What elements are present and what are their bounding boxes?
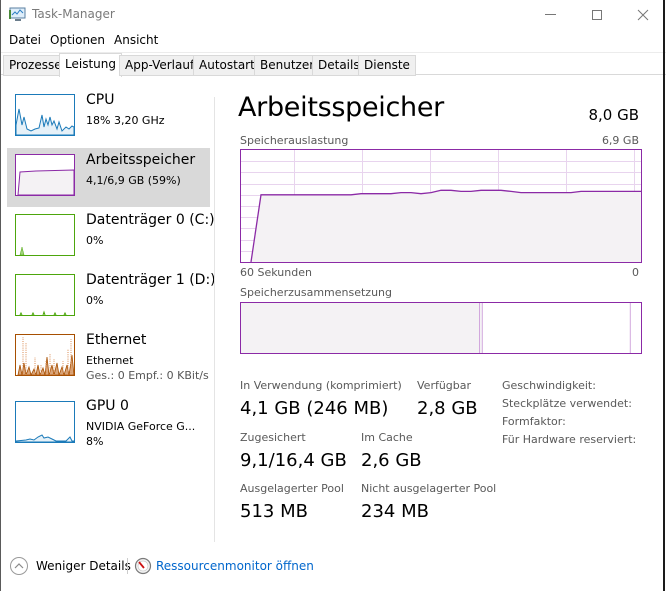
hw-form-factor-label: Formfaktor: — [502, 415, 566, 428]
minimize-button[interactable] — [528, 0, 574, 30]
stat-paged-pool-value: 513 MB — [240, 501, 308, 522]
window-edge — [663, 0, 665, 591]
stat-committed-value: 9,1/16,4 GB — [240, 450, 347, 471]
stat-nonpaged-pool-value: 234 MB — [361, 501, 429, 522]
fewer-details-button[interactable]: Weniger Details — [9, 556, 131, 576]
standby-segment — [481, 303, 630, 353]
hw-reserved-label: Für Hardware reserviert: — [502, 433, 637, 446]
stat-nonpaged-pool-label: Nicht ausgelagerter Pool — [361, 482, 497, 495]
memory-composition-chart — [241, 303, 641, 353]
minimize-icon — [545, 14, 556, 15]
memory-sparkline — [17, 169, 74, 195]
usage-graph-max: 6,9 GB — [601, 134, 639, 147]
tab-benutzer[interactable]: Benutzer — [254, 55, 321, 76]
menu-ansicht[interactable]: Ansicht — [114, 33, 158, 47]
disk1-thumbnail-graph — [15, 274, 75, 316]
disk1-sparkline — [19, 310, 67, 315]
tab-bar: Prozesse Leistung App-Verlauf Autostart … — [1, 52, 666, 77]
memory-usage-chart — [241, 150, 641, 262]
title-bar[interactable]: Task-Manager — [1, 0, 666, 30]
maximize-button[interactable] — [574, 0, 620, 30]
ethernet-thumbnail-graph — [15, 334, 75, 376]
open-resource-monitor-label: Ressourcenmonitor öffnen — [156, 559, 314, 573]
sidebar-disk1-title: Datenträger 1 (D:) — [86, 272, 216, 288]
open-resource-monitor-link[interactable]: Ressourcenmonitor öffnen — [134, 556, 314, 576]
tab-prozesse[interactable]: Prozesse — [3, 55, 68, 76]
task-manager-app-icon — [9, 7, 26, 21]
sidebar-cpu-usage: 18% 3,20 GHz — [86, 114, 165, 127]
in-use-segment — [241, 303, 479, 353]
cpu-thumbnail-graph — [15, 94, 75, 136]
hw-slots-label: Steckplätze verwendet: — [502, 397, 632, 410]
menu-datei[interactable]: Datei — [9, 33, 41, 47]
stat-cached-label: Im Cache — [361, 431, 413, 444]
tab-leistung[interactable]: Leistung — [59, 53, 122, 77]
stat-in-use-label: In Verwendung (komprimiert) — [240, 379, 402, 392]
composition-label: Speicherzusammensetzung — [240, 286, 392, 299]
memory-total: 8,0 GB — [588, 106, 639, 124]
tab-app-verlauf[interactable]: App-Verlauf — [119, 55, 201, 76]
gpu-thumbnail-graph — [15, 401, 75, 443]
memory-thumbnail-graph — [15, 154, 75, 196]
maximize-icon — [592, 10, 602, 20]
sidebar-disk1-usage: 0% — [86, 294, 104, 307]
task-manager-window: Task-Manager Datei Optionen Ansicht Proz… — [0, 0, 666, 591]
stat-in-use-value: 4,1 GB (246 MB) — [240, 398, 389, 419]
sidebar-ethernet-throughput: Ges.: 0 Empf.: 0 KBit/s — [86, 369, 209, 382]
resource-monitor-icon — [134, 557, 152, 575]
sidebar-gpu-usage: 8% — [86, 435, 104, 448]
sidebar-cpu-title: CPU — [86, 92, 115, 108]
stat-committed-label: Zugesichert — [240, 431, 306, 444]
window-title: Task-Manager — [32, 7, 115, 21]
close-button[interactable] — [620, 0, 666, 30]
usage-graph-x-right: 0 — [632, 266, 639, 279]
menu-optionen[interactable]: Optionen — [50, 33, 105, 47]
sidebar-item-gpu-0[interactable]: GPU 0 NVIDIA GeForce G... 8% — [7, 394, 210, 453]
sidebar-item-arbeitsspeicher[interactable]: Arbeitsspeicher 4,1/6,9 GB (59%) — [7, 148, 210, 207]
memory-composition-bar — [240, 302, 642, 354]
sidebar-memory-title: Arbeitsspeicher — [86, 152, 196, 168]
stat-cached-value: 2,6 GB — [361, 450, 422, 471]
sidebar-ethernet-title: Ethernet — [86, 332, 147, 348]
fewer-details-label: Weniger Details — [36, 559, 131, 573]
sidebar-gpu-title: GPU 0 — [86, 398, 129, 414]
disk0-sparkline — [19, 246, 25, 255]
sidebar-item-disk-1[interactable]: Datenträger 1 (D:) 0% — [7, 268, 216, 327]
usage-area — [251, 190, 641, 262]
usage-graph-x-left: 60 Sekunden — [240, 266, 312, 279]
stat-paged-pool-label: Ausgelagerter Pool — [240, 482, 344, 495]
memory-usage-graph — [240, 149, 642, 263]
stat-available-value: 2,8 GB — [417, 398, 478, 419]
hw-speed-label: Geschwindigkeit: — [502, 379, 596, 392]
sidebar-item-ethernet[interactable]: Ethernet Ethernet Ges.: 0 Empf.: 0 KBit/… — [7, 328, 210, 387]
sidebar-disk0-title: Datenträger 0 (C:) — [86, 212, 215, 228]
ethernet-sparkline — [17, 337, 74, 375]
tab-dienste[interactable]: Dienste — [358, 55, 416, 76]
chevron-up-circle-icon — [10, 557, 28, 575]
gpu-sparkline — [16, 434, 74, 442]
stat-available-label: Verfügbar — [417, 379, 472, 392]
sidebar-ethernet-adapter: Ethernet — [86, 354, 134, 367]
sidebar-item-disk-0[interactable]: Datenträger 0 (C:) 0% — [7, 208, 215, 267]
disk0-thumbnail-graph — [15, 214, 75, 256]
close-icon — [637, 9, 649, 21]
sidebar-memory-usage: 4,1/6,9 GB (59%) — [86, 174, 181, 187]
sidebar-item-cpu[interactable]: CPU 18% 3,20 GHz — [7, 88, 210, 147]
menu-bar: Datei Optionen Ansicht — [1, 30, 666, 50]
cpu-sparkline — [16, 108, 74, 135]
footer-separator — [127, 558, 128, 574]
sidebar-divider[interactable] — [214, 97, 215, 542]
sidebar-gpu-model: NVIDIA GeForce G... — [86, 420, 196, 433]
usage-graph-label: Speicherauslastung — [240, 134, 349, 147]
tab-autostart[interactable]: Autostart — [193, 55, 261, 76]
sidebar-disk0-usage: 0% — [86, 234, 104, 247]
page-title: Arbeitsspeicher — [238, 92, 444, 123]
free-segment — [629, 303, 641, 353]
